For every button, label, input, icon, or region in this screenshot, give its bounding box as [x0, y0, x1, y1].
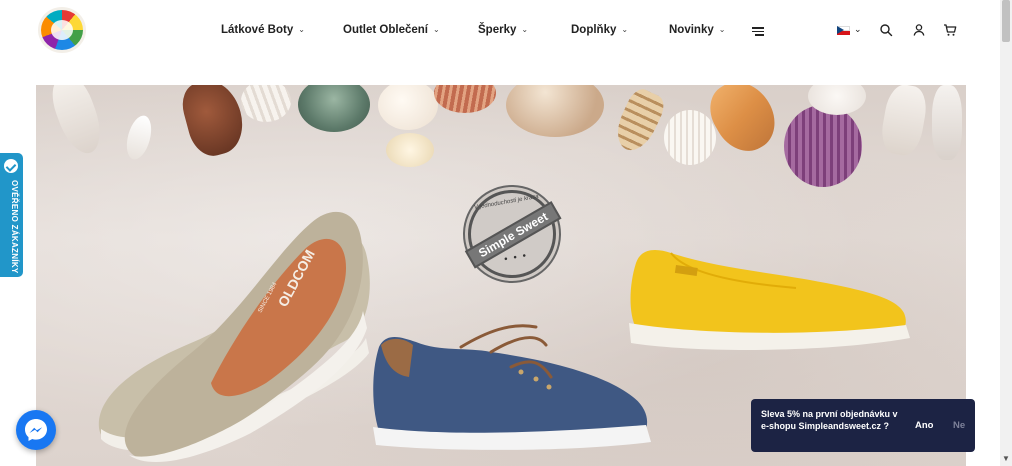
- nav-item-novinky[interactable]: Novinky ⌄: [669, 24, 725, 36]
- shell-decoration: [784, 105, 862, 187]
- shell-decoration: [45, 85, 109, 160]
- czech-flag-icon[interactable]: [837, 26, 850, 35]
- nav-item-latkove-boty[interactable]: Látkové Boty ⌄: [221, 24, 305, 36]
- site-logo[interactable]: [38, 7, 86, 53]
- shell-decoration: [177, 85, 250, 161]
- nav-item-doplnky[interactable]: Doplňky ⌄: [571, 24, 628, 36]
- shell-decoration: [378, 85, 438, 130]
- shell-decoration: [506, 85, 604, 137]
- shell-decoration: [298, 85, 370, 132]
- nav-item-label: Novinky: [669, 24, 714, 36]
- verified-check-icon: [4, 159, 18, 173]
- shell-decoration: [609, 85, 669, 157]
- popup-no-button[interactable]: Ne: [953, 420, 965, 431]
- nav-item-outlet-obleceni[interactable]: Outlet Oblečení ⌄: [343, 24, 440, 36]
- cart-icon[interactable]: [943, 23, 957, 37]
- chevron-down-icon: ⌄: [298, 25, 305, 34]
- language-chevron-icon[interactable]: ⌄: [854, 24, 862, 35]
- popup-yes-button[interactable]: Ano: [915, 420, 933, 431]
- page-scrollbar[interactable]: ▼: [1000, 0, 1012, 466]
- menu-icon[interactable]: [752, 27, 764, 36]
- chevron-down-icon: ⌄: [621, 25, 629, 34]
- chevron-down-icon: ⌄: [433, 25, 440, 34]
- messenger-chat-button[interactable]: [16, 410, 56, 450]
- shell-decoration: [932, 85, 962, 160]
- nav-item-label: Doplňky: [571, 24, 617, 36]
- shell-decoration: [386, 133, 434, 167]
- nav-item-label: Látkové Boty: [221, 24, 294, 36]
- brand-seal: V jednoduchosti je krása Simple Sweet ● …: [461, 183, 563, 285]
- site-header: Látkové Boty ⌄ Outlet Oblečení ⌄ Šperky ⌄ D…: [0, 0, 1000, 70]
- search-icon[interactable]: [879, 23, 893, 37]
- discount-popup: Sleva 5% na první objednávku v e-shopu S…: [751, 399, 975, 452]
- yellow-espadrille-image: [629, 250, 910, 350]
- nav-item-label: Šperky: [478, 24, 517, 36]
- verified-tab-label: OVĚŘENO ZÁKAZNÍKY: [10, 180, 19, 274]
- shell-decoration: [878, 85, 930, 158]
- shell-decoration: [122, 112, 156, 163]
- chevron-down-icon: ⌄: [521, 25, 529, 34]
- chevron-down-icon: ⌄: [718, 25, 726, 34]
- user-icon[interactable]: [912, 23, 926, 37]
- verified-reviews-tab[interactable]: OVĚŘENO ZÁKAZNÍKY: [0, 153, 23, 277]
- denim-sneaker-image: [373, 324, 651, 450]
- scrollbar-thumb[interactable]: [1002, 0, 1010, 42]
- messenger-icon: [25, 419, 47, 441]
- nav-item-sperky[interactable]: Šperky ⌄: [478, 24, 528, 36]
- popup-message: Sleva 5% na první objednávku v e-shopu S…: [761, 409, 898, 431]
- shell-decoration: [434, 85, 496, 113]
- shell-decoration: [664, 110, 716, 165]
- shell-decoration: [241, 85, 291, 122]
- beige-espadrille-image: OLDCOM SINCE 1984: [98, 211, 370, 463]
- nav-item-label: Outlet Oblečení: [343, 24, 428, 36]
- scroll-down-arrow-icon[interactable]: ▼: [1002, 454, 1010, 463]
- page: Látkové Boty ⌄ Outlet Oblečení ⌄ Šperky ⌄ D…: [0, 0, 1012, 466]
